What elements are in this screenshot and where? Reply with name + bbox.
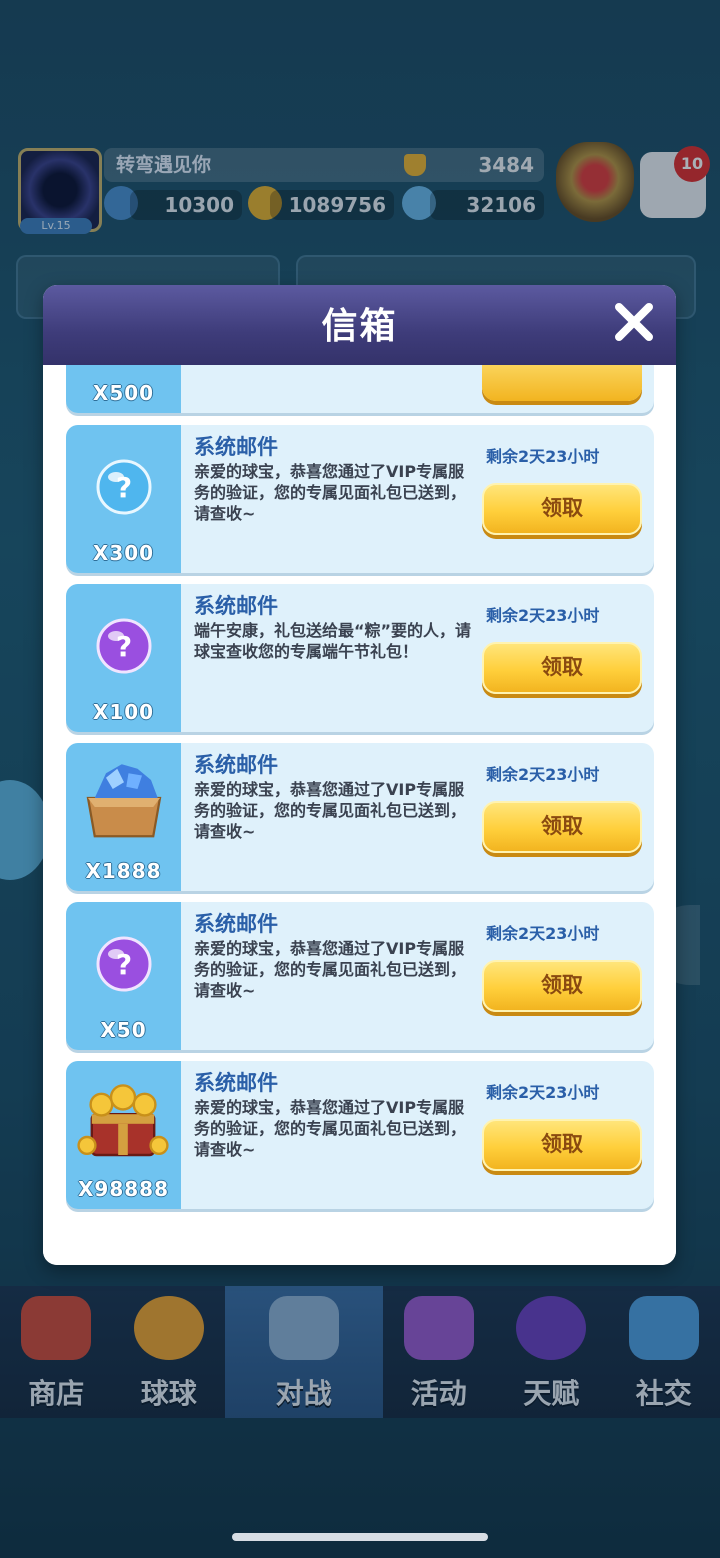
mail-body: 亲爱的球宝，恭喜您通过了VIP专属服务的验证，您的专属见面礼包已送到，请查收~	[194, 780, 467, 841]
reward-panel: X1888	[66, 743, 181, 891]
mail-list[interactable]: X500 ? X300 系统邮件 亲爱的球宝，恭喜您通过了VIP专属服务的验证，…	[43, 365, 676, 1265]
close-button[interactable]	[611, 299, 657, 345]
mail-title: 系统邮件	[194, 1071, 278, 1095]
mail-title: 系统邮件	[194, 594, 278, 618]
mail-title: 系统邮件	[194, 753, 278, 777]
svg-text:?: ?	[116, 471, 132, 504]
claim-button[interactable]: 领取	[482, 1119, 642, 1171]
mail-title: 系统邮件	[194, 912, 278, 936]
reward-panel: X98888	[66, 1061, 181, 1209]
purple-mystery-ball-icon: ?	[96, 936, 152, 992]
mail-body: 亲爱的球宝，恭喜您通过了VIP专属服务的验证，您的专属见面礼包已送到，请查收~	[194, 462, 467, 523]
blue-mystery-ball-icon: ?	[96, 459, 152, 515]
home-indicator[interactable]	[232, 1533, 488, 1541]
expiry-timer: 剩余2天23小时	[486, 1083, 600, 1102]
gem-crate-icon	[86, 764, 162, 838]
gold-chest-icon	[77, 1084, 169, 1157]
reward-quantity: X300	[92, 541, 155, 565]
claim-button[interactable]: 领取	[482, 642, 642, 694]
reward-quantity: X500	[92, 381, 155, 405]
reward-quantity: X100	[92, 700, 155, 724]
close-icon	[615, 303, 653, 341]
mail-body: 亲爱的球宝，恭喜您通过了VIP专属服务的验证，您的专属见面礼包已送到，请查收~	[194, 939, 467, 1000]
mail-body: 端午安康，礼包送给最“粽”要的人，请球宝查收您的专属端午节礼包！	[194, 621, 472, 661]
claim-button[interactable]: 领取	[482, 483, 642, 535]
expiry-timer: 剩余2天23小时	[486, 765, 600, 784]
modal-title: 信箱	[321, 306, 398, 347]
mailbox-modal: 信箱 X500 ? X300 系统邮件 亲爱的球宝，恭喜您通过了VIP专属服务的…	[43, 285, 676, 1265]
mail-card: ? X100 系统邮件 端午安康，礼包送给最“粽”要的人，请球宝查收您的专属端午…	[66, 584, 654, 732]
expiry-timer: 剩余2天23小时	[486, 924, 600, 943]
expiry-timer: 剩余2天23小时	[486, 447, 600, 466]
claim-button[interactable]: 领取	[482, 801, 642, 853]
reward-quantity: X50	[100, 1018, 147, 1042]
modal-header: 信箱	[43, 285, 676, 365]
reward-panel: ? X100	[66, 584, 181, 732]
reward-quantity: X98888	[78, 1177, 169, 1201]
mail-card: X98888 系统邮件 亲爱的球宝，恭喜您通过了VIP专属服务的验证，您的专属见…	[66, 1061, 654, 1209]
mail-body: 亲爱的球宝，恭喜您通过了VIP专属服务的验证，您的专属见面礼包已送到，请查收~	[194, 1098, 467, 1159]
svg-text:?: ?	[116, 948, 132, 981]
reward-panel: X500	[66, 365, 181, 413]
mail-title: 系统邮件	[194, 435, 278, 459]
claim-button[interactable]: 领取	[482, 960, 642, 1012]
claim-button[interactable]	[482, 365, 642, 401]
svg-text:?: ?	[116, 630, 132, 663]
mail-card: ? X300 系统邮件 亲爱的球宝，恭喜您通过了VIP专属服务的验证，您的专属见…	[66, 425, 654, 573]
reward-panel: ? X50	[66, 902, 181, 1050]
expiry-timer: 剩余2天23小时	[486, 606, 600, 625]
reward-panel: ? X300	[66, 425, 181, 573]
mail-card: ? X50 系统邮件 亲爱的球宝，恭喜您通过了VIP专属服务的验证，您的专属见面…	[66, 902, 654, 1050]
reward-quantity: X1888	[85, 859, 162, 883]
mail-card-partial: X500	[66, 365, 654, 413]
purple-mystery-ball-icon: ?	[96, 618, 152, 674]
mail-card: X1888 系统邮件 亲爱的球宝，恭喜您通过了VIP专属服务的验证，您的专属见面…	[66, 743, 654, 891]
